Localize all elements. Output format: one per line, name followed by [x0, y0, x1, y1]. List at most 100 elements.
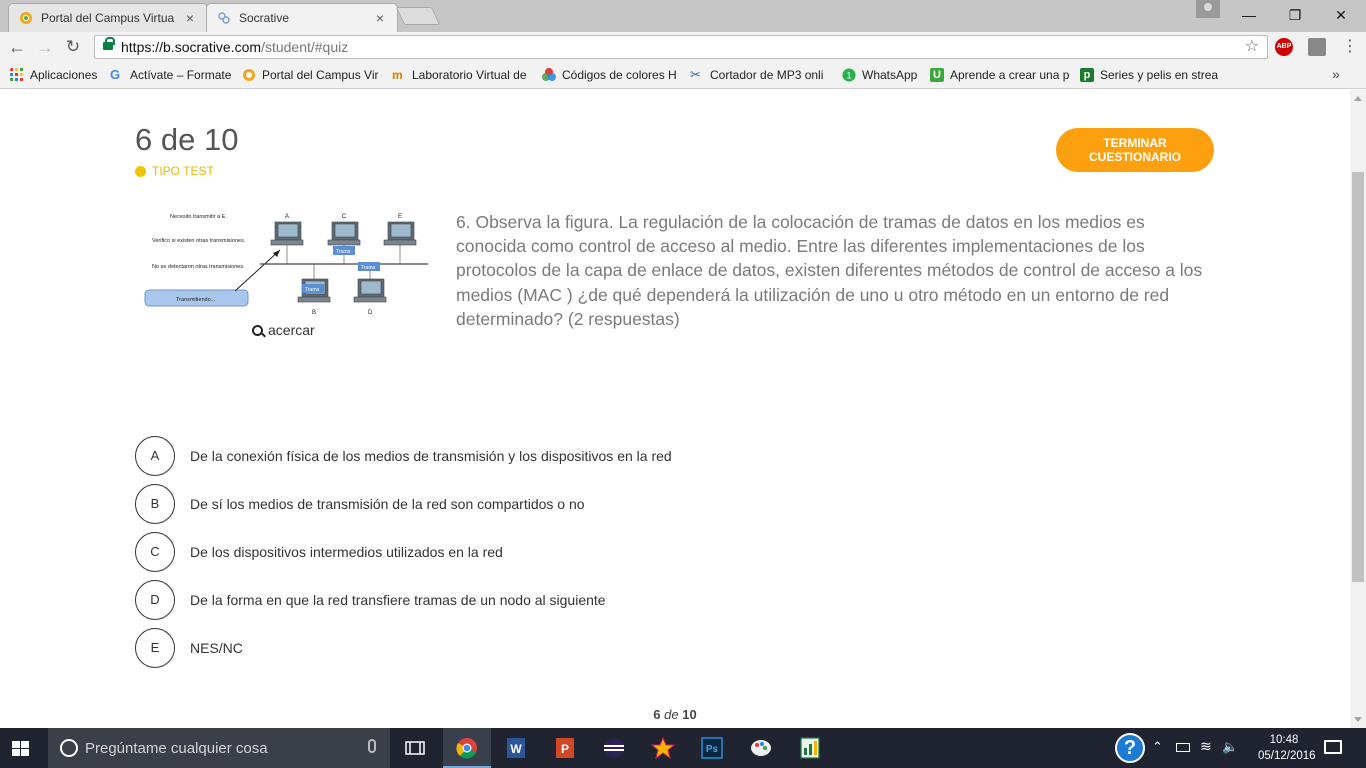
search-placeholder: Pregúntame cualquier cosa — [85, 739, 268, 757]
help-icon[interactable]: ? — [1115, 733, 1145, 763]
extension-icon[interactable] — [1308, 38, 1326, 56]
answer-option-e[interactable]: E NES/NC — [135, 628, 1035, 668]
bookmark-laboratorio[interactable]: m Laboratorio Virtual de — [392, 67, 530, 83]
action-center-icon[interactable] — [1324, 740, 1342, 754]
paint-icon[interactable] — [737, 728, 785, 768]
tab-title: Portal del Campus Virtua — [41, 11, 175, 25]
bookmark-activate[interactable]: G Actívate – Formate — [110, 67, 234, 83]
figure-label-2: Verifico si existen otras transmisiones. — [152, 238, 246, 244]
wifi-icon[interactable]: ≋ — [1200, 738, 1212, 768]
footer-current: 6 — [653, 707, 661, 722]
chrome-menu-icon[interactable]: ⋮ — [1340, 38, 1360, 56]
photoshop-icon[interactable]: Ps — [688, 728, 736, 768]
answer-letter[interactable]: A — [135, 436, 175, 476]
bookmark-series-pelis[interactable]: p Series y pelis en strea — [1080, 67, 1220, 83]
answer-option-b[interactable]: B De sí los medios de transmisión de la … — [135, 484, 1035, 524]
answer-letter[interactable]: E — [135, 628, 175, 668]
battery-icon[interactable] — [1176, 743, 1190, 752]
figure-label-3: No se detectaron otras transmisiones. — [152, 264, 245, 270]
bookmark-label: Aprende a crear una p — [950, 68, 1070, 82]
browser-toolbar: ← → ↻ https://b.socrative.com/student/#q… — [0, 32, 1366, 62]
footer-progress: 6 de 10 — [0, 707, 1350, 722]
bookmark-whatsapp[interactable]: 1 WhatsApp — [842, 67, 922, 83]
scissors-icon: ✂ — [690, 67, 701, 82]
bookmark-star-icon[interactable]: ☆ — [1245, 36, 1259, 58]
scroll-down-icon[interactable] — [1354, 717, 1362, 722]
question-type: TIPO TEST — [135, 164, 214, 178]
chrome-icon[interactable] — [443, 728, 491, 768]
clock-time: 10:48 — [1269, 734, 1299, 746]
excel-file-icon[interactable] — [786, 728, 834, 768]
campus-favicon-icon — [20, 12, 32, 24]
svg-text:Trama: Trama — [336, 249, 350, 255]
zoom-link[interactable]: acercar — [252, 322, 315, 338]
microphone-icon[interactable] — [368, 739, 376, 753]
answer-text: De la forma en que la red transfiere tra… — [190, 592, 606, 608]
word-icon[interactable]: W — [492, 728, 540, 768]
network-figure-image[interactable]: Necesito transmitir a E. Verifico si exi… — [140, 208, 430, 320]
star-app-icon[interactable] — [639, 728, 687, 768]
volume-icon[interactable]: 🔈 — [1222, 739, 1238, 768]
taskbar-clock[interactable]: 10:48 05/12/2016 — [1258, 732, 1316, 764]
computers — [270, 221, 417, 303]
bookmark-portal-campus[interactable]: Portal del Campus Vir — [242, 67, 380, 83]
taskbar-search-box[interactable]: Pregúntame cualquier cosa — [48, 728, 390, 768]
bookmark-aprende[interactable]: U Aprende a crear una p — [930, 67, 1070, 83]
u-icon: U — [930, 68, 944, 82]
page-scrollbar[interactable] — [1350, 90, 1366, 728]
bookmark-aplicaciones[interactable]: Aplicaciones — [10, 67, 102, 83]
close-window-icon[interactable]: ✕ — [1318, 0, 1364, 30]
arrow-line — [234, 249, 281, 292]
tab-close-icon[interactable]: × — [373, 10, 387, 26]
forward-icon[interactable]: → — [34, 36, 56, 58]
eclipse-icon[interactable] — [590, 728, 638, 768]
tab-portal-campus[interactable]: Portal del Campus Virtua × — [8, 3, 208, 32]
answer-letter[interactable]: B — [135, 484, 175, 524]
tab-title: Socrative — [239, 11, 290, 25]
task-view-icon[interactable] — [391, 728, 439, 768]
bookmark-codigos-colores[interactable]: Códigos de colores H — [542, 67, 678, 83]
tab-socrative[interactable]: Socrative × — [206, 3, 398, 32]
show-hidden-icons-icon[interactable]: ⌃ — [1152, 739, 1163, 768]
tab-close-icon[interactable]: × — [183, 10, 197, 26]
windows-start-icon[interactable] — [12, 741, 30, 757]
node-d-label: D — [368, 310, 373, 316]
reload-icon[interactable]: ↻ — [62, 36, 84, 58]
scroll-up-icon[interactable] — [1354, 96, 1362, 101]
type-dot-icon — [135, 165, 146, 177]
scroll-thumb[interactable] — [1352, 172, 1364, 582]
quiz-page: 6 de 10 TIPO TEST TERMINAR CUESTIONARIO … — [0, 90, 1350, 728]
campus-icon — [243, 69, 255, 81]
restore-icon[interactable]: ❐ — [1272, 0, 1318, 30]
new-tab-button[interactable] — [395, 7, 441, 25]
svg-text:P: P — [561, 742, 569, 756]
answer-option-c[interactable]: C De los dispositivos intermedios utiliz… — [135, 532, 1035, 572]
back-icon[interactable]: ← — [6, 36, 28, 58]
zoom-label: acercar — [268, 322, 315, 338]
answer-letter[interactable]: C — [135, 532, 175, 572]
answer-option-a[interactable]: A De la conexión física de los medios de… — [135, 436, 1035, 476]
powerpoint-icon[interactable]: P — [541, 728, 589, 768]
adblock-plus-icon[interactable]: ABP — [1275, 38, 1293, 56]
answer-letter[interactable]: D — [135, 580, 175, 620]
bookmark-label: WhatsApp — [862, 68, 918, 82]
svg-text:Ps: Ps — [706, 744, 719, 755]
address-bar[interactable]: https://b.socrative.com/student/#quiz ☆ — [94, 35, 1268, 59]
svg-text:1: 1 — [846, 71, 851, 81]
bookmarks-more-icon[interactable]: » — [1332, 66, 1340, 82]
svg-text:Trama: Trama — [305, 287, 319, 293]
answer-option-d[interactable]: D De la forma en que la red transfiere t… — [135, 580, 1035, 620]
profile-icon[interactable] — [1196, 0, 1220, 18]
pc-c — [327, 221, 361, 264]
minimize-icon[interactable]: — — [1226, 0, 1272, 30]
question-text: 6. Observa la figura. La regulación de l… — [456, 212, 1203, 329]
clock-date: 05/12/2016 — [1258, 750, 1316, 762]
lock-icon — [103, 37, 115, 50]
magnifier-icon — [252, 324, 263, 336]
bookmark-cortador-mp3[interactable]: ✂ Cortador de MP3 onli — [690, 67, 830, 83]
svg-text:Trama: Trama — [361, 265, 375, 271]
finish-quiz-button[interactable]: TERMINAR CUESTIONARIO — [1056, 128, 1214, 172]
bookmark-label: Portal del Campus Vir — [262, 68, 379, 82]
question-type-label: TIPO TEST — [152, 164, 214, 178]
bookmark-label: Actívate – Formate — [130, 68, 232, 82]
